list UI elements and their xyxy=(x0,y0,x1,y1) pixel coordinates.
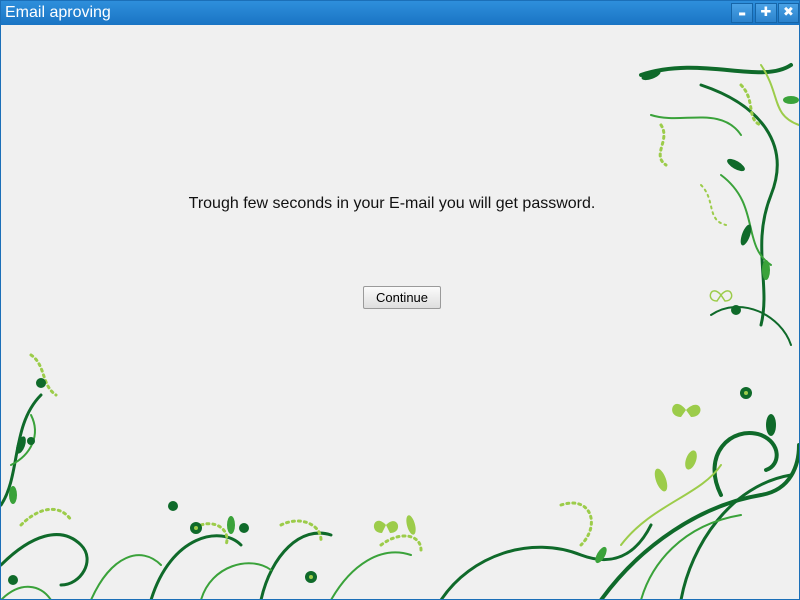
app-window: Email aproving ▬ ✚ ✖ Trough few seconds … xyxy=(0,0,800,600)
close-button[interactable]: ✖ xyxy=(778,3,799,23)
close-icon: ✖ xyxy=(783,5,794,20)
maximize-icon: ✚ xyxy=(760,5,772,20)
continue-button[interactable]: Continue xyxy=(363,286,441,309)
maximize-button[interactable]: ✚ xyxy=(755,3,777,23)
minimize-icon: ▬ xyxy=(738,9,746,18)
content-area: Trough few seconds in your E-mail you wi… xyxy=(1,25,799,599)
window-title: Email aproving xyxy=(5,4,111,21)
title-bar[interactable]: Email aproving ▬ ✚ ✖ xyxy=(1,1,799,25)
floral-background-decoration xyxy=(1,63,799,599)
minimize-button[interactable]: ▬ xyxy=(731,3,753,23)
info-message: Trough few seconds in your E-mail you wi… xyxy=(188,195,596,212)
